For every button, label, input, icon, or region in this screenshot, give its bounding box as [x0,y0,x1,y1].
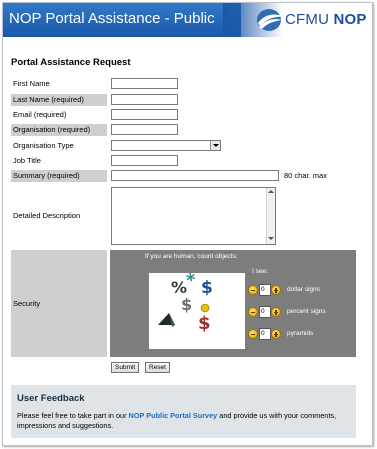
decrement-dollars-button[interactable] [248,285,258,295]
percents-count-input[interactable]: 0 [259,306,271,318]
page-frame: NOP Portal Assistance - Public CFMU NOP … [2,2,373,446]
cfmu-logo: CFMU NOP [255,7,371,33]
survey-link[interactable]: NOP Public Portal Survey [129,411,218,420]
description-textarea[interactable] [111,187,276,245]
organisation-type-select[interactable] [111,140,221,151]
decrement-percents-button[interactable] [248,307,258,317]
feedback-text: Please feel free to take part in our NOP… [17,411,353,431]
email-label: Email (required) [13,110,67,119]
logo-text-nop: NOP [333,11,367,28]
increment-dollars-button[interactable] [271,285,281,295]
last-name-input[interactable] [111,94,178,105]
dollars-count-input[interactable]: 0 [259,284,271,296]
scroll-up-icon[interactable] [268,189,274,195]
header: NOP Portal Assistance - Public CFMU NOP [3,3,372,37]
organisation-type-label: Organisation Type [13,141,74,150]
feedback-title: User Feedback [17,393,85,404]
reset-button[interactable]: Reset [145,362,170,373]
pyramids-count-input[interactable]: 0 [259,328,271,340]
increment-percents-button[interactable] [271,307,281,317]
pyramids-count-label: pyramids [287,330,314,337]
organisation-input[interactable] [111,124,178,135]
security-label: Security [13,299,41,308]
captcha-dollar-gray-icon: $ [181,295,192,314]
captcha-panel: If you are human, count objects: % * $ $… [110,250,356,357]
first-name-label: First Name [13,79,50,88]
submit-button[interactable]: Submit [111,362,140,373]
increment-pyramids-button[interactable] [271,329,281,339]
job-title-input[interactable] [111,155,178,166]
email-input[interactable] [111,109,178,120]
description-scrollbar[interactable] [266,188,275,244]
logo-text-cfmu: CFMU [285,11,330,28]
dollars-count-label: dollar signs [287,286,320,293]
captcha-dollar-blue-icon: $ [201,278,213,298]
summary-hint: 80 char. max [284,171,327,180]
organisation-label: Organisation (required) [11,124,107,136]
description-label: Detailed Description [13,211,81,220]
first-name-input[interactable] [111,78,178,89]
page-title: NOP Portal Assistance - Public [9,10,215,27]
security-label-cell: Security [11,250,107,357]
feedback-text-before: Please feel free to take part in our [17,411,129,420]
captcha-prompt: If you are human, count objects: [145,253,238,260]
decrement-pyramids-button[interactable] [248,329,258,339]
captcha-image: % * $ $ $ [149,273,245,349]
form-heading: Portal Assistance Request [11,57,131,68]
percents-count-label: percent signs [287,308,326,315]
logo-swoosh-icon [257,9,284,31]
logo-text: CFMU NOP [285,11,367,28]
user-feedback-box: User Feedback Please feel free to take p… [11,385,356,438]
captcha-ball-icon [200,303,210,313]
summary-input[interactable] [111,170,279,181]
chevron-down-icon[interactable] [210,141,220,150]
i-see-label: I see: [252,268,268,275]
captcha-dollar-red-icon: $ [198,313,211,334]
scroll-down-icon[interactable] [268,236,274,242]
job-title-label: Job Title [13,156,41,165]
summary-label: Summary (required) [11,170,107,182]
description-value [112,196,114,203]
last-name-label: Last Name (required) [11,94,107,106]
